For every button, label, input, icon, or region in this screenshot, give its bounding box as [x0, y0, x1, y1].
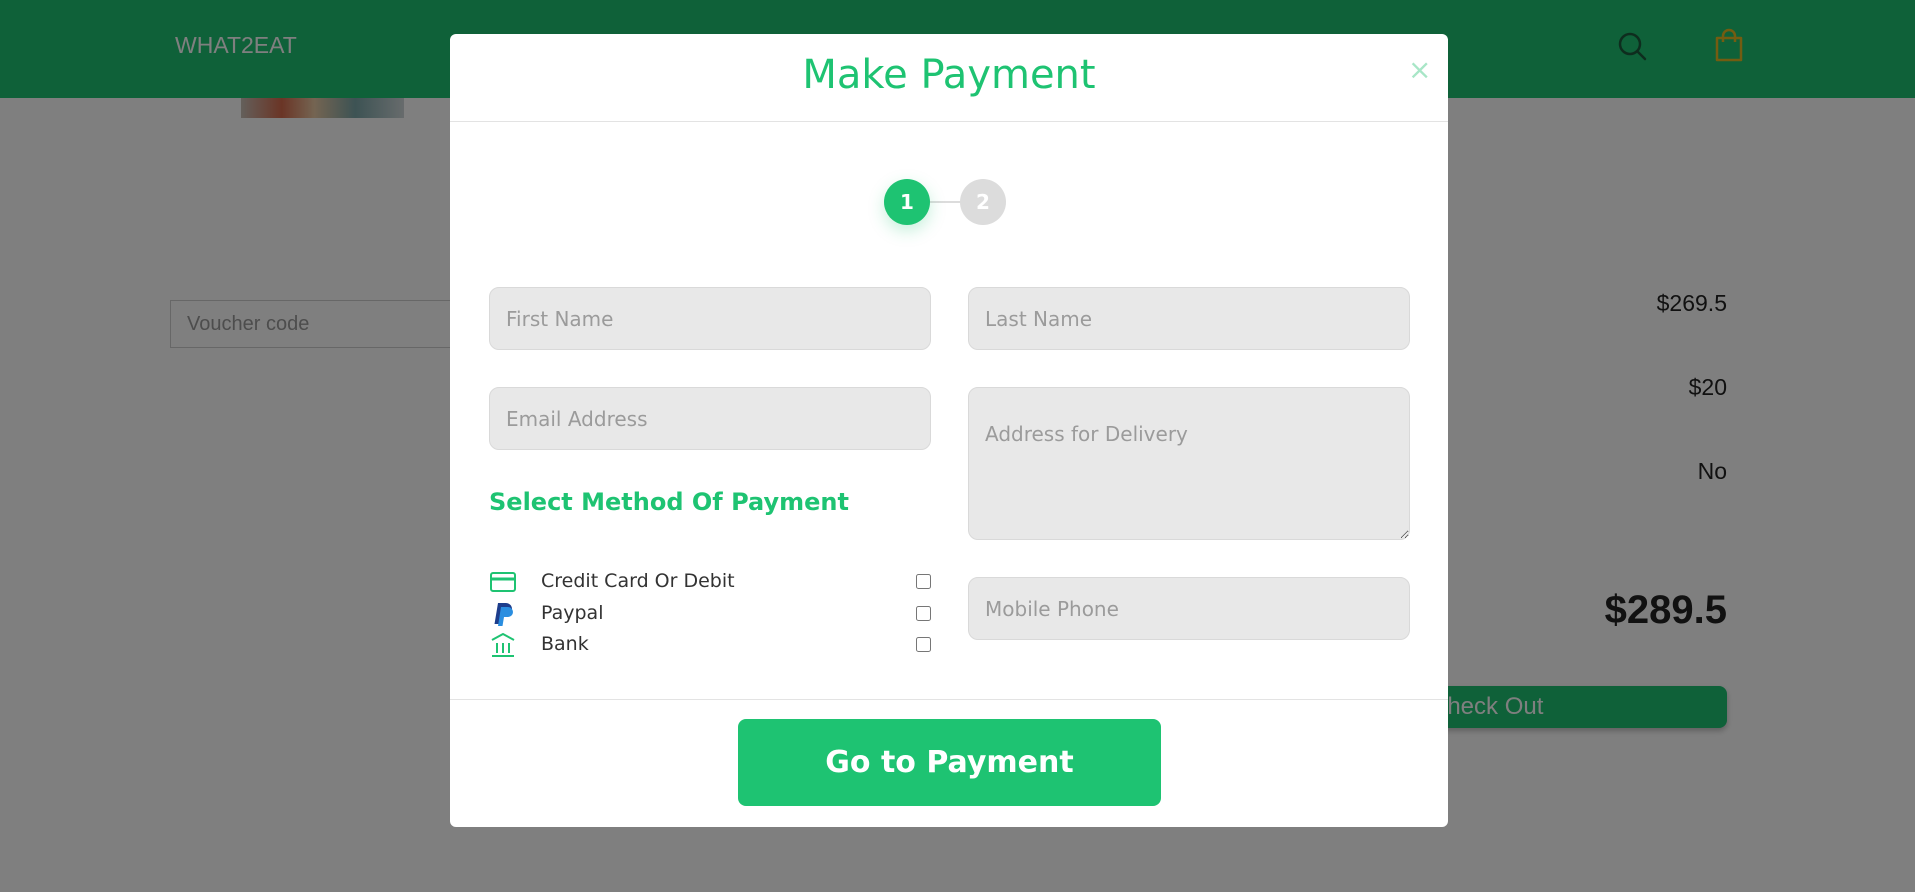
step-connector [930, 201, 960, 203]
step-2: 2 [960, 179, 1006, 225]
bank-icon [491, 633, 515, 657]
email-input[interactable] [489, 387, 931, 450]
close-icon[interactable]: × [1408, 56, 1431, 84]
mobile-phone-input[interactable] [968, 577, 1410, 640]
payment-method-heading: Select Method Of Payment [489, 488, 849, 516]
credit-card-checkbox[interactable] [916, 574, 931, 589]
payment-option-label: Paypal [541, 602, 604, 624]
modal-header: Make Payment × [450, 34, 1448, 122]
credit-card-icon [490, 572, 516, 592]
payment-option-label: Credit Card Or Debit [541, 570, 735, 592]
paypal-icon [494, 603, 513, 626]
modal-title: Make Payment [802, 52, 1096, 98]
go-to-payment-button[interactable]: Go to Payment [738, 719, 1161, 806]
last-name-input[interactable] [968, 287, 1410, 350]
delivery-address-input[interactable] [968, 387, 1410, 540]
first-name-input[interactable] [489, 287, 931, 350]
paypal-checkbox[interactable] [916, 606, 931, 621]
payment-option-bank[interactable]: Bank [489, 631, 939, 659]
step-indicator: 1 2 [884, 179, 1014, 225]
payment-modal: Make Payment × 1 2 Select Method Of Paym… [450, 34, 1448, 827]
payment-option-label: Bank [541, 633, 589, 655]
bank-checkbox[interactable] [916, 637, 931, 652]
payment-option-credit-card[interactable]: Credit Card Or Debit [489, 568, 939, 596]
step-1: 1 [884, 179, 930, 225]
payment-option-paypal[interactable]: Paypal [489, 600, 939, 628]
